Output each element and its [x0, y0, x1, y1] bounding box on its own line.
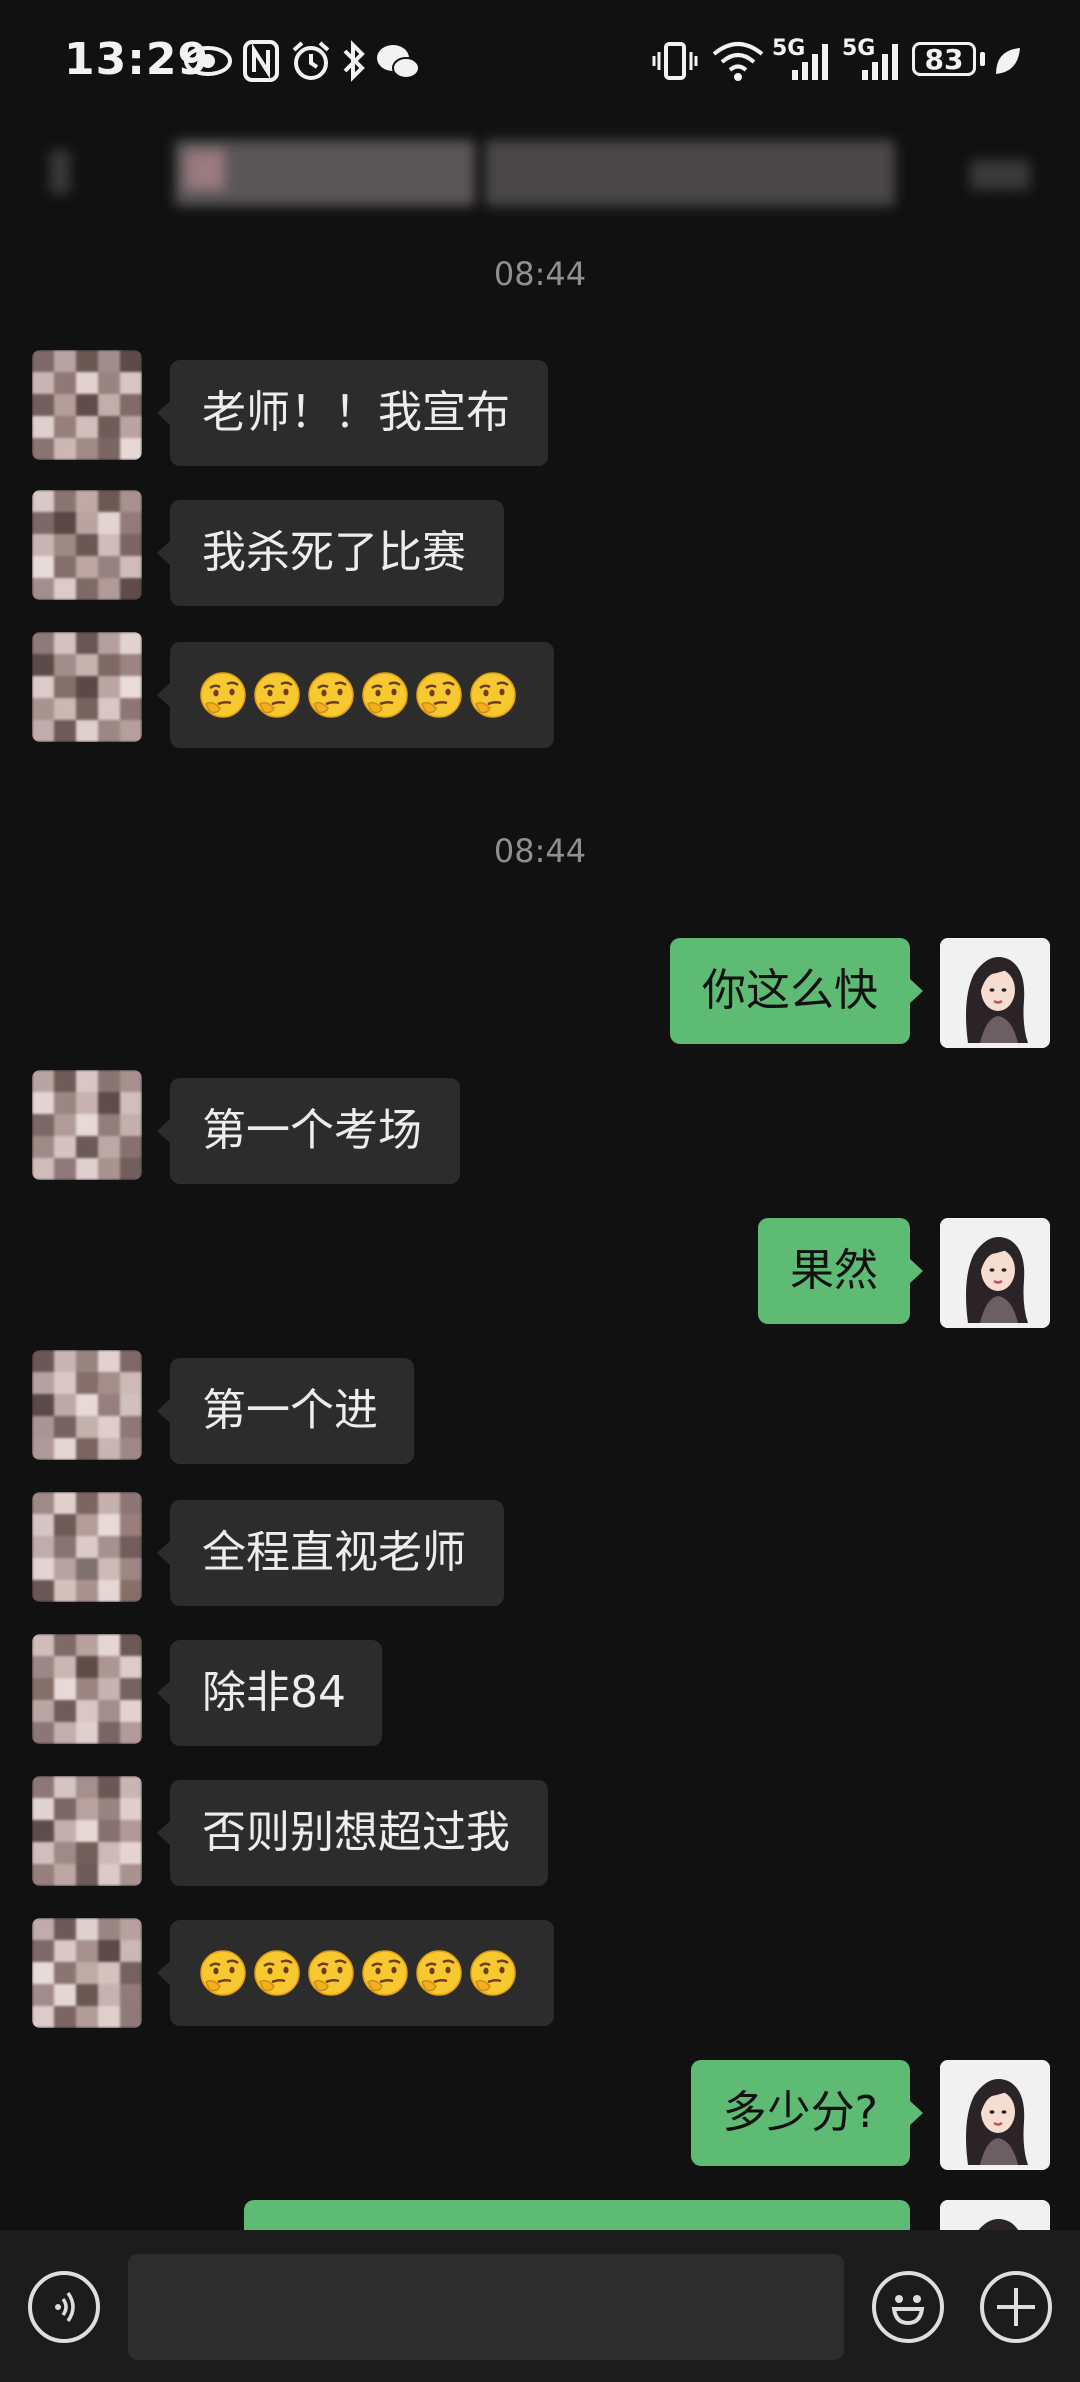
- contact-avatar[interactable]: [32, 490, 142, 600]
- contact-avatar[interactable]: [32, 1918, 142, 2028]
- blurred-title-block: [485, 140, 895, 206]
- thinking-face-emoji-icon: [470, 1950, 516, 1996]
- thinking-face-emoji-icon: [308, 1950, 354, 1996]
- wifi-icon: [712, 42, 764, 81]
- nfc-icon: [243, 40, 279, 82]
- eye-icon: [184, 46, 232, 76]
- incoming-message-bubble[interactable]: 全程直视老师: [157, 1500, 504, 1606]
- message-timestamp: 08:44: [493, 255, 587, 293]
- message-input-bar: [0, 2230, 1080, 2382]
- incoming-emoji-bubble[interactable]: [157, 642, 554, 748]
- incoming-message-bubble[interactable]: 我杀死了比赛: [157, 500, 504, 606]
- pixelated-avatar: [32, 1070, 142, 1180]
- contact-avatar[interactable]: [32, 1492, 142, 1602]
- my-avatar[interactable]: [940, 938, 1050, 1048]
- my-avatar[interactable]: [940, 2060, 1050, 2170]
- contact-avatar[interactable]: [32, 632, 142, 742]
- plus-icon: [997, 2288, 1035, 2326]
- outgoing-message-bubble[interactable]: 你这么快: [670, 938, 923, 1044]
- blurred-title-block: [185, 150, 225, 190]
- my-avatar[interactable]: [940, 1218, 1050, 1328]
- pixelated-avatar: [32, 350, 142, 460]
- signal-icon: [792, 44, 828, 80]
- pixelated-avatar: [32, 490, 142, 600]
- thinking-face-emoji-icon: [416, 1950, 462, 1996]
- pixelated-avatar: [32, 1350, 142, 1460]
- more-options-button[interactable]: [980, 2271, 1052, 2343]
- pixelated-avatar: [32, 1492, 142, 1602]
- woman-portrait-avatar: [940, 2060, 1050, 2170]
- incoming-message-bubble[interactable]: 第一个进: [157, 1358, 414, 1464]
- thinking-face-emoji-row: [198, 1920, 526, 2026]
- pixelated-avatar: [32, 632, 142, 742]
- contact-avatar[interactable]: [32, 1634, 142, 1744]
- thinking-face-emoji-icon: [254, 672, 300, 718]
- pixelated-avatar: [32, 1776, 142, 1886]
- wechat-icon: [377, 45, 420, 79]
- contact-avatar[interactable]: [32, 350, 142, 460]
- battery-indicator: 83: [912, 42, 976, 76]
- woman-portrait-avatar: [940, 938, 1050, 1048]
- thinking-face-emoji-icon: [470, 672, 516, 718]
- contact-avatar[interactable]: [32, 1350, 142, 1460]
- status-bar: 13:29 5G 5G 83: [0, 0, 1080, 125]
- message-timestamp: 08:44: [493, 832, 587, 870]
- thinking-face-emoji-icon: [254, 1950, 300, 1996]
- emoji-button[interactable]: [872, 2271, 944, 2343]
- incoming-message-bubble[interactable]: 否则别想超过我: [157, 1780, 548, 1886]
- thinking-face-emoji-icon: [362, 672, 408, 718]
- contact-avatar[interactable]: [32, 1776, 142, 1886]
- thinking-face-emoji-icon: [200, 1950, 246, 1996]
- thinking-face-emoji-row: [198, 642, 526, 748]
- battery-cap: [980, 52, 985, 66]
- voice-icon: [55, 2291, 75, 2323]
- vibrate-icon: [652, 42, 698, 80]
- alarm-icon: [292, 41, 330, 80]
- outgoing-message-bubble[interactable]: 多少分?: [690, 2060, 924, 2166]
- pixelated-avatar: [32, 1918, 142, 2028]
- thinking-face-emoji-icon: [416, 672, 462, 718]
- thinking-face-emoji-icon: [362, 1950, 408, 1996]
- incoming-message-bubble[interactable]: 老师！！我宣布: [157, 360, 548, 466]
- voice-input-button[interactable]: [28, 2271, 100, 2343]
- leaf-icon: [996, 48, 1020, 74]
- chat-title[interactable]: [40, 140, 1040, 206]
- contact-avatar[interactable]: [32, 1070, 142, 1180]
- incoming-message-bubble[interactable]: 除非84: [157, 1640, 382, 1746]
- pixelated-avatar: [32, 1634, 142, 1744]
- outgoing-message-bubble[interactable]: 果然: [758, 1218, 923, 1324]
- thinking-face-emoji-icon: [200, 672, 246, 718]
- message-input[interactable]: [128, 2254, 844, 2360]
- blurred-title-block: [970, 160, 1030, 190]
- blurred-title-block: [50, 150, 70, 194]
- smiley-icon: [891, 2295, 925, 2326]
- thinking-face-emoji-icon: [308, 672, 354, 718]
- incoming-emoji-bubble[interactable]: [157, 1920, 554, 2026]
- woman-portrait-avatar: [940, 1218, 1050, 1328]
- signal-icon: [862, 44, 898, 80]
- bluetooth-icon: [343, 40, 365, 82]
- incoming-message-bubble[interactable]: 第一个考场: [157, 1078, 460, 1184]
